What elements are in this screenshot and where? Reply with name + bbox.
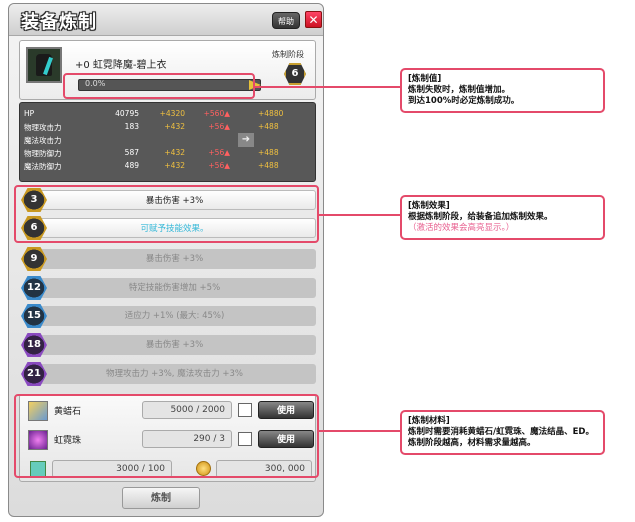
connector-line [255,86,401,88]
refine-effect-callout: [炼制效果] 根据炼制阶段，给装备追加炼制效果。 （激活的效果会高亮显示。） [400,195,605,240]
stat-name: 魔法防御力 [24,162,62,171]
effect-text: 暴击伤害 +3% [33,249,316,269]
stat-name: 物理攻击力 [24,123,62,132]
materials-highlight [14,394,319,478]
item-name: +0 虹霓降魔-碧上衣 [75,60,167,71]
refine-material-callout: [炼制材料] 炼制时需要消耗黄蜡石/虹霓珠、魔法结晶、ED。 炼制阶段越高，材料… [400,410,605,455]
refine-button[interactable]: 炼制 [122,487,200,509]
stat-base: 587 [124,148,139,157]
effect-row: 特定技能伤害增加 +5% 12 [19,275,316,300]
effect-text: 特定技能伤害增加 +5% [33,278,316,298]
stat-result: +4880 [258,109,284,118]
stat-add: +432 [164,161,185,170]
stat-plus: +56▲ [208,148,230,157]
window-title: 装备炼制 [21,12,97,33]
close-button[interactable]: ✕ [305,11,322,28]
stat-base: 40795 [115,109,139,118]
callout-title: [炼制值] [408,74,442,84]
stat-name: 魔法攻击力 [24,136,62,145]
armor-icon[interactable] [26,47,62,83]
stat-plus: +56▲ [208,161,230,170]
stat-add: +432 [164,122,185,131]
help-button[interactable]: 帮助 [272,12,300,29]
stat-row: 魔法防御力 489 +432 +56▲ +488 [20,161,315,173]
stat-result: +488 [258,122,279,131]
progress-highlight [63,73,255,99]
stat-row: 魔法攻击力 [20,135,315,147]
callout-line: 炼制失败时，炼制值增加。 [408,85,511,95]
callout-hint: （激活的效果会高亮显示。） [408,223,515,233]
stat-result: +488 [258,161,279,170]
stat-plus: +560▲ [203,109,230,118]
title-bar: 装备炼制 帮助 ✕ [9,4,323,36]
stat-add: +4320 [159,109,185,118]
stat-base: 183 [124,122,139,131]
stat-add: +432 [164,148,185,157]
refine-value-callout: [炼制值] 炼制失败时，炼制值增加。 到达100%时必定炼制成功。 [400,68,605,113]
callout-line: 根据炼制阶段，给装备追加炼制效果。 [408,212,553,222]
callout-line: 炼制阶段越高，材料需求量越高。 [408,438,536,448]
stat-result: +488 [258,148,279,157]
connector-line [319,430,401,432]
stats-panel: HP 40795 +4320 +560▲ +4880 物理攻击力 183 +43… [19,102,316,182]
stat-name: 物理防御力 [24,149,62,158]
refine-stage-badge: 6 [284,63,306,85]
connector-line [319,214,401,216]
stat-row: 物理防御力 587 +432 +56▲ +488 [20,148,315,160]
effect-text: 适应力 +1% (最大: 45%) [33,306,316,326]
callout-line: 到达100%时必定炼制成功。 [408,96,520,106]
effect-row: 适应力 +1% (最大: 45%) 15 [19,303,316,328]
effect-text: 暴击伤害 +3% [33,335,316,355]
refine-stage-label: 炼制阶段 [272,50,304,59]
stat-row: HP 40795 +4320 +560▲ +4880 [20,109,315,121]
arrow-right-icon: ➜ [238,133,254,147]
effect-text: 物理攻击力 +3%, 魔法攻击力 +3% [33,364,316,384]
callout-title: [炼制效果] [408,201,450,211]
callout-title: [炼制材料] [408,416,450,426]
stat-base: 489 [124,161,139,170]
callout-line: 炼制时需要消耗黄蜡石/虹霓珠、魔法结晶、ED。 [408,427,594,437]
stat-row: 物理攻击力 183 +432 +56▲ +488 [20,122,315,134]
stat-plus: +56▲ [208,122,230,131]
effect-row: 暴击伤害 +3% 9 [19,246,316,271]
effects-highlight [14,185,319,243]
effect-row: 物理攻击力 +3%, 魔法攻击力 +3% 21 [19,361,316,386]
effect-row: 暴击伤害 +3% 18 [19,332,316,357]
stat-name: HP [24,109,35,118]
